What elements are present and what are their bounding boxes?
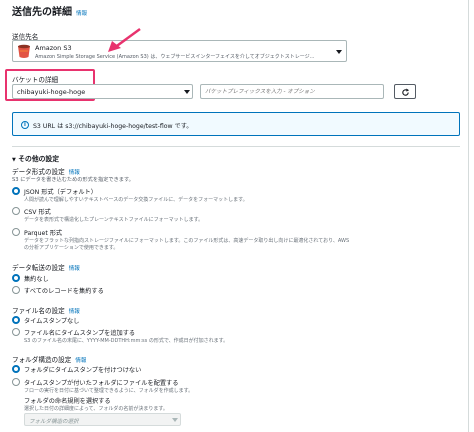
bucket-prefix-input[interactable] — [200, 84, 384, 99]
chevron-down-icon — [172, 418, 178, 422]
aggregate-all-title: すべてのレコードを集約する — [24, 288, 104, 295]
other-settings-toggle[interactable]: ▼ その他の設定 — [12, 153, 59, 163]
folder-naming-desc: 選択した日付の詳細度によって、フォルダの名前が決まります。 — [24, 406, 168, 412]
bucket-label: バケットの詳細 — [12, 76, 59, 84]
radio-no-timestamp[interactable] — [12, 316, 20, 324]
timestamp-folder-desc: フローの実行を日付に基づいて整理できるように、フォルダを作成します。 — [24, 388, 194, 394]
folder-naming-placeholder: フォルダ構造の選択 — [29, 419, 79, 425]
parquet-option-desc-2: の分析アプリケーションで使用できます。 — [24, 245, 119, 251]
radio-no-aggregation[interactable] — [12, 274, 20, 282]
s3-bucket-icon — [18, 44, 30, 58]
refresh-icon — [402, 88, 410, 96]
no-folder-timestamp-title: フォルダにタイムスタンプを付けつけない — [24, 367, 142, 374]
caret-down-icon: ▼ — [12, 157, 16, 163]
radio-json[interactable] — [12, 187, 20, 195]
other-settings-title: その他の設定 — [18, 155, 60, 163]
chevron-down-icon — [184, 90, 190, 94]
bucket-value: chibayuki-hoge-hoge — [17, 88, 86, 96]
destination-service-desc: Amazon Simple Storage Service (Amazon S3… — [35, 54, 315, 60]
chevron-down-icon — [336, 50, 342, 54]
bucket-select[interactable]: chibayuki-hoge-hoge — [12, 84, 193, 99]
csv-option-desc: データを表形式で構造化したプレーンテキストファイルにフォーマットします。 — [24, 217, 204, 223]
transfer-label-text: データ転送の設定 — [12, 264, 65, 272]
folder-naming-select[interactable]: フォルダ構造の選択 — [24, 413, 181, 426]
no-timestamp-title: タイムスタンプなし — [24, 318, 80, 325]
info-link[interactable]: 情報 — [69, 266, 80, 272]
folder-label-text: フォルダ構造の設定 — [12, 356, 72, 364]
add-timestamp-desc: S3 のファイル名の末尾に、YYYY-MM-DDTHH:mm:ss の形式で、作… — [24, 338, 229, 344]
csv-option-title: CSV 形式 — [24, 209, 51, 216]
parquet-option-desc-1: データをフラットな列指向ストレージファイルにフォーマットします。このファイル形式… — [24, 238, 350, 244]
info-link[interactable]: 情報 — [69, 309, 80, 315]
parquet-option-title: Parquet 形式 — [24, 230, 63, 237]
destination-service-name: Amazon S3 — [35, 44, 72, 52]
format-label-text: データ形式の設定 — [12, 168, 65, 176]
transfer-label: データ転送の設定 情報 — [12, 262, 80, 272]
filename-label: ファイル名の設定 情報 — [12, 305, 80, 315]
info-link[interactable]: 情報 — [76, 11, 87, 17]
s3-url-text: S3 URL は s3://chibayuki-hoge-hoge/test-f… — [33, 123, 193, 130]
page-border — [468, 0, 469, 432]
add-timestamp-title: ファイル名にタイムスタンプを追加する — [24, 330, 136, 337]
section-title: 送信先の詳細 情報 — [12, 3, 87, 18]
radio-add-timestamp[interactable] — [12, 328, 20, 336]
info-link[interactable]: 情報 — [75, 358, 86, 364]
json-option-title: JSON 形式（デフォルト） — [24, 189, 97, 196]
section-title-text: 送信先の詳細 — [12, 7, 72, 18]
s3-url-info-box: i S3 URL は s3://chibayuki-hoge-hoge/test… — [12, 112, 460, 136]
annotation-arrow-icon — [108, 27, 141, 52]
info-circle-icon: i — [21, 121, 29, 129]
folder-naming-label: フォルダの命名規則を選択する — [24, 398, 111, 405]
format-label: データ形式の設定 情報 — [12, 166, 80, 176]
radio-aggregate-all[interactable] — [12, 286, 20, 294]
json-option-desc: 人間が読んで理解しやすいテキストベースのデータ交換ファイルに、データをフォーマッ… — [24, 197, 248, 203]
no-aggregation-title: 集約なし — [24, 276, 49, 283]
radio-parquet[interactable] — [12, 228, 20, 236]
filename-label-text: ファイル名の設定 — [12, 307, 65, 315]
destination-select[interactable]: Amazon S3 Amazon Simple Storage Service … — [12, 40, 347, 62]
timestamp-folder-title: タイムスタンプが付いたフォルダにファイルを配置する — [24, 380, 179, 387]
format-desc: S3 にデータを書き込むための形式を指定できます。 — [12, 177, 134, 183]
folder-label: フォルダ構造の設定 情報 — [12, 354, 86, 364]
divider — [12, 146, 460, 147]
radio-csv[interactable] — [12, 207, 20, 215]
radio-no-folder-timestamp[interactable] — [12, 365, 20, 373]
refresh-button[interactable] — [394, 84, 416, 99]
radio-timestamp-folder[interactable] — [12, 378, 20, 386]
